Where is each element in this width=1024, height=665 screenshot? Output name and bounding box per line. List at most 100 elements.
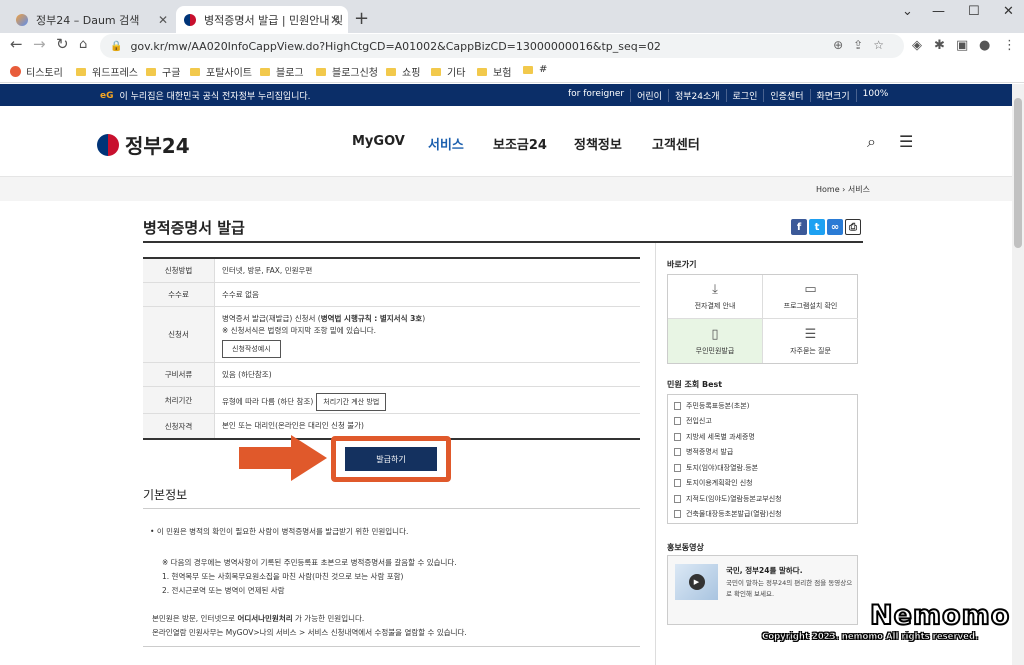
daum-favicon-icon: [16, 13, 28, 26]
close-window-icon[interactable]: ✕: [1003, 4, 1014, 19]
period-calc-button[interactable]: 처리기간 계산 방법: [316, 393, 387, 411]
table-row: 처리기간 유형에 따라 다름 (하단 참조) 처리기간 계산 방법: [143, 387, 640, 414]
minimize-icon[interactable]: —: [932, 4, 945, 19]
back-icon[interactable]: ←: [10, 35, 23, 53]
extension-icon[interactable]: ◈: [912, 38, 922, 53]
download-icon: ⤓: [712, 282, 718, 297]
forward-icon[interactable]: →: [33, 35, 46, 53]
facebook-share-icon[interactable]: f: [791, 219, 807, 235]
list-item[interactable]: 토지(임야)대장열람.등본: [668, 460, 857, 476]
link-screen-size[interactable]: 화면크기: [809, 89, 856, 102]
bookmark-folder[interactable]: 블로그신청: [316, 64, 378, 79]
reload-icon[interactable]: ↻: [56, 35, 69, 53]
bookmark-label: 기타: [447, 68, 466, 79]
home-icon[interactable]: ⌂: [79, 37, 87, 52]
quick-faq[interactable]: ☰ 자주묻는 질문: [763, 319, 858, 363]
bookmark-folder[interactable]: 워드프레스: [76, 64, 138, 79]
zoom-level[interactable]: 100%: [855, 89, 895, 102]
list-item[interactable]: 주민등록표등본(초본): [668, 398, 857, 414]
section-title-basic-info: 기본정보: [143, 488, 188, 502]
link-share-icon[interactable]: ∞: [827, 219, 843, 235]
basic-info-line: 온라인열람 민원사무는 MyGOV>나의 서비스 > 서비스 신청내역에서 수정…: [152, 628, 467, 637]
bookmark-folder[interactable]: 구글: [146, 64, 180, 79]
video-thumbnail[interactable]: ▶: [675, 564, 718, 600]
hamburger-menu-icon[interactable]: ☰: [899, 132, 913, 151]
folder-icon: [316, 67, 326, 76]
dropdown-chevron-icon[interactable]: ⌄: [902, 4, 913, 19]
list-item[interactable]: 건축물대장등초본발급(열람)신청: [668, 507, 857, 523]
close-tab-icon[interactable]: ✕: [330, 13, 340, 27]
list-item[interactable]: 지적도(임야도)열람등본교부신청: [668, 491, 857, 507]
lock-icon: 🔒: [110, 40, 123, 52]
basic-info-line: 본민원은 방문, 인터넷으로 어디서나민원처리 가 가능한 민원입니다.: [152, 613, 364, 624]
document-icon: [674, 401, 681, 410]
play-icon[interactable]: ▶: [688, 574, 705, 590]
browser-tab-bar: 정부24 – Daum 검색 ✕ 병적증명서 발급 | 민원안내 및 ✕ + ⌄…: [0, 0, 1024, 33]
nav-policy[interactable]: 정책정보: [574, 134, 622, 153]
new-tab-icon[interactable]: +: [354, 8, 369, 29]
best-label: 병적증명서 발급: [686, 448, 734, 457]
link-login[interactable]: 로그인: [725, 89, 764, 102]
nav-mygov[interactable]: MyGOV: [352, 134, 405, 149]
bookmark-folder[interactable]: 쇼핑: [386, 64, 420, 79]
breadcrumb-current[interactable]: 서비스: [848, 185, 870, 194]
nav-customer-center[interactable]: 고객센터: [652, 134, 700, 153]
twitter-share-icon[interactable]: t: [809, 219, 825, 235]
folder-icon: [146, 67, 156, 76]
address-bar-icons[interactable]: ⊕⇪☆: [833, 38, 894, 52]
best-label: 전입신고: [686, 417, 712, 426]
form-law-reference: 병역법 시행규칙 : 별지서식 3호: [320, 314, 423, 323]
form-example-button[interactable]: 신청작성예시: [222, 340, 281, 358]
quick-epayment[interactable]: ⤓ 전자결제 안내: [668, 275, 763, 319]
breadcrumb-home[interactable]: Home: [816, 185, 840, 194]
link-children[interactable]: 어린이: [630, 89, 668, 102]
puzzle-icon[interactable]: ✱: [934, 38, 945, 53]
close-tab-icon[interactable]: ✕: [158, 13, 168, 27]
menu-icon[interactable]: ⋮: [1003, 38, 1016, 53]
folder-icon: [386, 67, 396, 76]
page-scrollbar[interactable]: [1012, 84, 1024, 665]
scrollbar-thumb[interactable]: [1014, 98, 1022, 248]
list-item[interactable]: 토지이용계획확인 신청: [668, 476, 857, 492]
issue-button-highlight: 발급하기: [331, 436, 451, 482]
bookmark-folder[interactable]: 포탈사이트: [190, 64, 252, 79]
maximize-icon[interactable]: ☐: [968, 4, 980, 19]
quick-kiosk[interactable]: ▯ 무인민원발급: [668, 319, 763, 363]
brand-text: 정부24: [125, 134, 190, 158]
gov24-logo[interactable]: 정부24: [97, 130, 190, 159]
folder-icon: [190, 67, 200, 76]
basic-info-note: ※ 다음의 경우에는 병역사항이 기록된 주민등록표 초본으로 병적증명서를 갈…: [162, 558, 457, 567]
list-item[interactable]: 병적증명서 발급: [668, 445, 857, 461]
list-item[interactable]: 지방세 세목별 과세증명: [668, 429, 857, 445]
sidebar-divider: [655, 243, 656, 665]
side-panel-icon[interactable]: ▣: [956, 38, 968, 53]
address-bar[interactable]: 🔒 gov.kr/mw/AA020InfoCappView.do?HighCtg…: [100, 34, 904, 58]
link-cert-center[interactable]: 인증센터: [763, 89, 809, 102]
search-icon[interactable]: ⌕: [867, 132, 876, 152]
profile-avatar[interactable]: ●: [979, 38, 990, 53]
row-value: 있음 (하단참조): [222, 370, 272, 379]
promo-video-card[interactable]: ▶ 국민, 정부24를 말하다. 국민이 말하는 정부24의 편리한 점을 동영…: [667, 555, 858, 625]
bookmark-label: 블로그신청: [332, 68, 378, 79]
print-icon[interactable]: ⎙: [845, 219, 861, 235]
issue-button[interactable]: 발급하기: [345, 447, 437, 471]
tab-daum-search[interactable]: 정부24 – Daum 검색 ✕: [8, 6, 176, 33]
nav-subsidy24[interactable]: 보조금24: [493, 134, 547, 153]
bookmark-tistory[interactable]: 티스토리: [10, 64, 63, 79]
row-label: 신청방법: [143, 259, 215, 282]
tab-military-certificate[interactable]: 병적증명서 발급 | 민원안내 및 ✕: [176, 6, 348, 33]
list-item[interactable]: 전입신고: [668, 414, 857, 430]
bookmark-folder[interactable]: 보험: [477, 64, 511, 79]
quick-program-check[interactable]: ▭ 프로그램설치 확인: [763, 275, 858, 319]
best-label: 토지(임야)대장열람.등본: [686, 463, 759, 472]
basic-info-line: • 이 민원은 병적의 확인이 필요한 사람이 병적증명서를 발급받기 위한 민…: [150, 527, 409, 536]
promo-heading: 국민, 정부24를 말하다.: [726, 566, 803, 575]
link-about[interactable]: 정부24소개: [667, 89, 726, 102]
nav-service[interactable]: 서비스: [428, 134, 464, 153]
bookmark-folder[interactable]: 기타: [431, 64, 465, 79]
bookmark-folder[interactable]: 블로그: [260, 64, 304, 79]
monitor-icon: ▭: [804, 282, 817, 297]
folder-icon: [523, 65, 533, 74]
bookmark-folder[interactable]: #: [523, 64, 547, 75]
link-for-foreigner[interactable]: for foreigner: [562, 89, 630, 102]
